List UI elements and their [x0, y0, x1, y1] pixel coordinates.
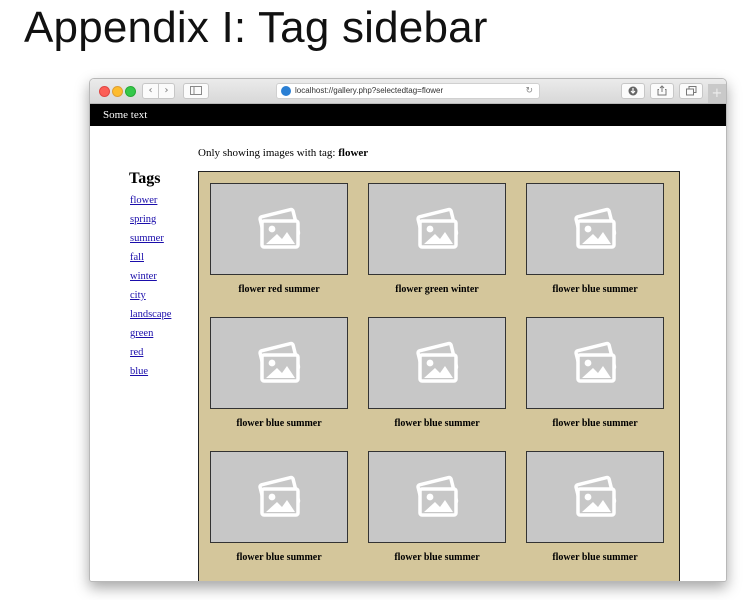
minimize-window-button[interactable]: [112, 86, 123, 97]
reload-icon[interactable]: ↻: [525, 84, 533, 98]
sidebar-icon: [190, 86, 202, 95]
forward-button[interactable]: ›: [158, 83, 175, 99]
filter-notice: Only showing images with tag: flower: [198, 147, 368, 159]
image-thumbnail[interactable]: [526, 183, 664, 275]
zoom-window-button[interactable]: [125, 86, 136, 97]
browser-window: ‹ › localhost://gallery.php?selectedtag=…: [89, 78, 727, 582]
back-button[interactable]: ‹: [142, 83, 159, 99]
downloads-button[interactable]: [621, 83, 645, 99]
share-button[interactable]: [650, 83, 674, 99]
image-caption: flower green winter: [395, 284, 479, 295]
image-caption: flower blue summer: [552, 284, 638, 295]
tag-sidebar: flower spring summer fall winter city landscap…: [130, 192, 171, 382]
tag-link-spring[interactable]: spring: [130, 214, 156, 225]
image-placeholder-icon: [574, 475, 617, 517]
image-placeholder-icon: [574, 207, 617, 249]
tag-list-item: landscape: [130, 306, 171, 325]
tag-list-item: winter: [130, 268, 171, 287]
tags-heading: Tags: [129, 170, 161, 187]
tag-link-winter[interactable]: winter: [130, 271, 157, 282]
tag-link-fall[interactable]: fall: [130, 252, 144, 263]
tag-list-item: spring: [130, 211, 171, 230]
image-thumbnail[interactable]: [210, 317, 348, 409]
image-placeholder-icon: [416, 207, 459, 249]
selected-tag: flower: [338, 147, 369, 159]
image-thumbnail[interactable]: [210, 183, 348, 275]
image-caption: flower red summer: [238, 284, 320, 295]
address-bar[interactable]: localhost://gallery.php?selectedtag=flow…: [276, 83, 540, 99]
tag-link-landscape[interactable]: landscape: [130, 309, 171, 320]
page-content: Only showing images with tag: flower Tag…: [90, 126, 726, 581]
image-caption: flower blue summer: [552, 418, 638, 429]
tag-list-item: green: [130, 325, 171, 344]
tag-link-summer[interactable]: summer: [130, 233, 164, 244]
image-thumbnail[interactable]: [368, 317, 506, 409]
tag-list-item: fall: [130, 249, 171, 268]
header-text: Some text: [103, 109, 148, 121]
close-window-button[interactable]: [99, 86, 110, 97]
browser-toolbar: ‹ › localhost://gallery.php?selectedtag=…: [90, 79, 726, 104]
image-caption: flower blue summer: [394, 552, 480, 563]
image-placeholder-icon: [258, 207, 301, 249]
slide-title: Appendix I: Tag sidebar: [24, 3, 488, 52]
image-gallery: flower red summer flower green winter flow…: [198, 171, 680, 581]
share-icon: [657, 85, 667, 96]
tag-link-city[interactable]: city: [130, 290, 146, 301]
show-tabs-button[interactable]: [679, 83, 703, 99]
new-tab-button[interactable]: +: [708, 84, 726, 103]
tag-link-blue[interactable]: blue: [130, 366, 148, 377]
image-thumbnail[interactable]: [368, 183, 506, 275]
image-thumbnail[interactable]: [368, 451, 506, 543]
tag-list-item: flower: [130, 192, 171, 211]
url-text: localhost://gallery.php?selectedtag=flow…: [295, 86, 444, 95]
site-header: Some text: [90, 104, 726, 126]
image-placeholder-icon: [258, 341, 301, 383]
image-thumbnail[interactable]: [210, 451, 348, 543]
tag-link-red[interactable]: red: [130, 347, 143, 358]
globe-icon: [281, 86, 291, 96]
tag-link-green[interactable]: green: [130, 328, 153, 339]
image-placeholder-icon: [416, 341, 459, 383]
tag-link-flower[interactable]: flower: [130, 195, 157, 206]
tag-list-item: red: [130, 344, 171, 363]
download-icon: [628, 86, 638, 96]
image-placeholder-icon: [258, 475, 301, 517]
image-thumbnail[interactable]: [526, 317, 664, 409]
image-caption: flower blue summer: [552, 552, 638, 563]
tag-list-item: city: [130, 287, 171, 306]
tag-list-item: blue: [130, 363, 171, 382]
tag-list-item: summer: [130, 230, 171, 249]
image-placeholder-icon: [574, 341, 617, 383]
image-caption: flower blue summer: [236, 418, 322, 429]
image-caption: flower blue summer: [236, 552, 322, 563]
tabs-icon: [685, 86, 696, 96]
image-caption: flower blue summer: [394, 418, 480, 429]
image-placeholder-icon: [416, 475, 459, 517]
image-thumbnail[interactable]: [526, 451, 664, 543]
filter-prefix: Only showing images with tag:: [198, 147, 339, 159]
sidebar-toggle-button[interactable]: [183, 83, 209, 99]
